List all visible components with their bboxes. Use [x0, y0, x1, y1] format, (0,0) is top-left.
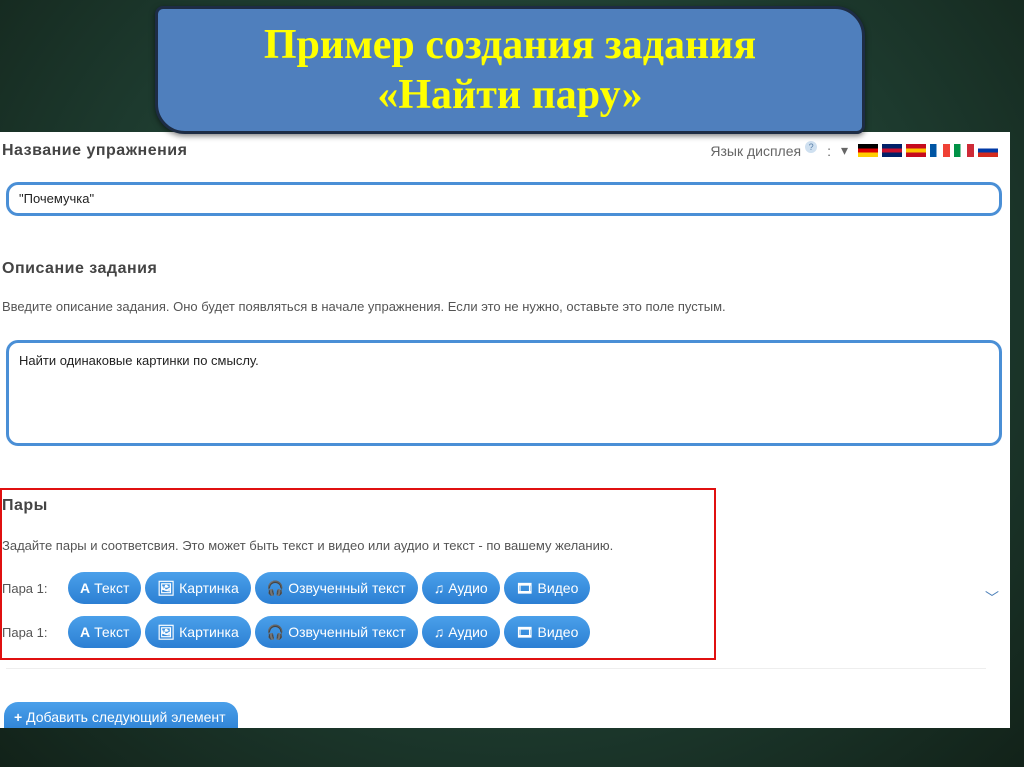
pair-voiced-label: Озвученный текст: [288, 580, 406, 596]
audio-icon: ♫: [433, 580, 445, 596]
text-icon: A: [80, 624, 91, 640]
description-textarea[interactable]: Найти одинаковые картинки по смыслу.: [6, 340, 1002, 446]
pair-text-label: Текст: [94, 624, 130, 640]
divider: [6, 668, 986, 669]
pair-audio-button[interactable]: ♫ Аудио: [421, 572, 500, 604]
language-label: Язык дисплея: [710, 142, 802, 159]
pair-voiced-button[interactable]: 🎧 Озвученный текст: [254, 616, 418, 648]
description-hint: Введите описание задания. Оно будет появ…: [2, 299, 726, 314]
add-next-element-label: Добавить следующий элемент: [26, 709, 226, 725]
pair-text-button[interactable]: A Текст: [68, 572, 142, 604]
flag-fr-icon[interactable]: [930, 144, 950, 157]
language-selector[interactable]: Язык дисплея ? : ▾: [710, 140, 998, 159]
flag-it-icon[interactable]: [954, 144, 974, 157]
slide-title-banner: Пример создания задания «Найти пару»: [155, 6, 865, 134]
pair-voiced-button[interactable]: 🎧 Озвученный текст: [254, 572, 418, 604]
flag-de-icon[interactable]: [858, 144, 878, 157]
flag-ru-icon[interactable]: [978, 144, 998, 157]
pair-voiced-label: Озвученный текст: [288, 624, 406, 640]
slide-title-line2: «Найти пару»: [377, 72, 643, 118]
pairs-heading: Пары: [2, 497, 48, 514]
video-icon: 🎞: [515, 624, 534, 640]
pair-video-label: Видео: [537, 624, 579, 640]
exercise-name-input[interactable]: "Почемучка": [6, 182, 1002, 216]
pair-image-button[interactable]: 🖼 Картинка: [145, 616, 251, 648]
pair-audio-label: Аудио: [448, 580, 488, 596]
pair-image-label: Картинка: [179, 624, 239, 640]
voiced-icon: 🎧: [266, 624, 285, 640]
pair-text-label: Текст: [94, 580, 130, 596]
help-icon[interactable]: ?: [805, 140, 818, 153]
image-icon: 🖼: [157, 624, 176, 640]
pair-image-button[interactable]: 🖼 Картинка: [145, 572, 251, 604]
pair-row: Пара 1: A Текст 🖼 Картинка 🎧 Озвученный текст ♫…: [2, 572, 591, 604]
pair-row: Пара 1: A Текст 🖼 Картинка 🎧 Озвученный текст ♫…: [2, 616, 591, 648]
pair-image-label: Картинка: [179, 580, 239, 596]
chevron-down-icon[interactable]: ﹀: [985, 588, 999, 608]
text-icon: A: [80, 580, 91, 596]
exercise-form-panel: Название упражнения Язык дисплея ? : ▾ "…: [0, 132, 1010, 728]
pair-video-label: Видео: [537, 580, 579, 596]
pair-label: Пара 1:: [2, 580, 48, 596]
pairs-hint: Задайте пары и соответсвия. Это может бы…: [2, 538, 614, 553]
plus-icon: +: [14, 709, 23, 725]
exercise-name-heading: Название упражнения: [2, 142, 188, 159]
add-next-element-button[interactable]: + Добавить следующий элемент: [4, 702, 238, 728]
pair-audio-label: Аудио: [448, 624, 488, 640]
slide-title-line1: Пример создания задания: [263, 22, 757, 68]
pair-text-button[interactable]: A Текст: [68, 616, 142, 648]
colon: :: [827, 142, 831, 159]
voiced-icon: 🎧: [266, 580, 285, 596]
flag-es-icon[interactable]: [906, 144, 926, 157]
pair-audio-button[interactable]: ♫ Аудио: [421, 616, 500, 648]
audio-icon: ♫: [433, 624, 445, 640]
description-heading: Описание задания: [2, 260, 158, 277]
video-icon: 🎞: [515, 580, 534, 596]
flag-gb-icon[interactable]: [882, 144, 902, 157]
pair-video-button[interactable]: 🎞 Видео: [503, 572, 591, 604]
image-icon: 🖼: [157, 580, 176, 596]
dropdown-icon[interactable]: ▾: [841, 142, 848, 159]
pair-label: Пара 1:: [2, 624, 48, 640]
pair-video-button[interactable]: 🎞 Видео: [503, 616, 591, 648]
